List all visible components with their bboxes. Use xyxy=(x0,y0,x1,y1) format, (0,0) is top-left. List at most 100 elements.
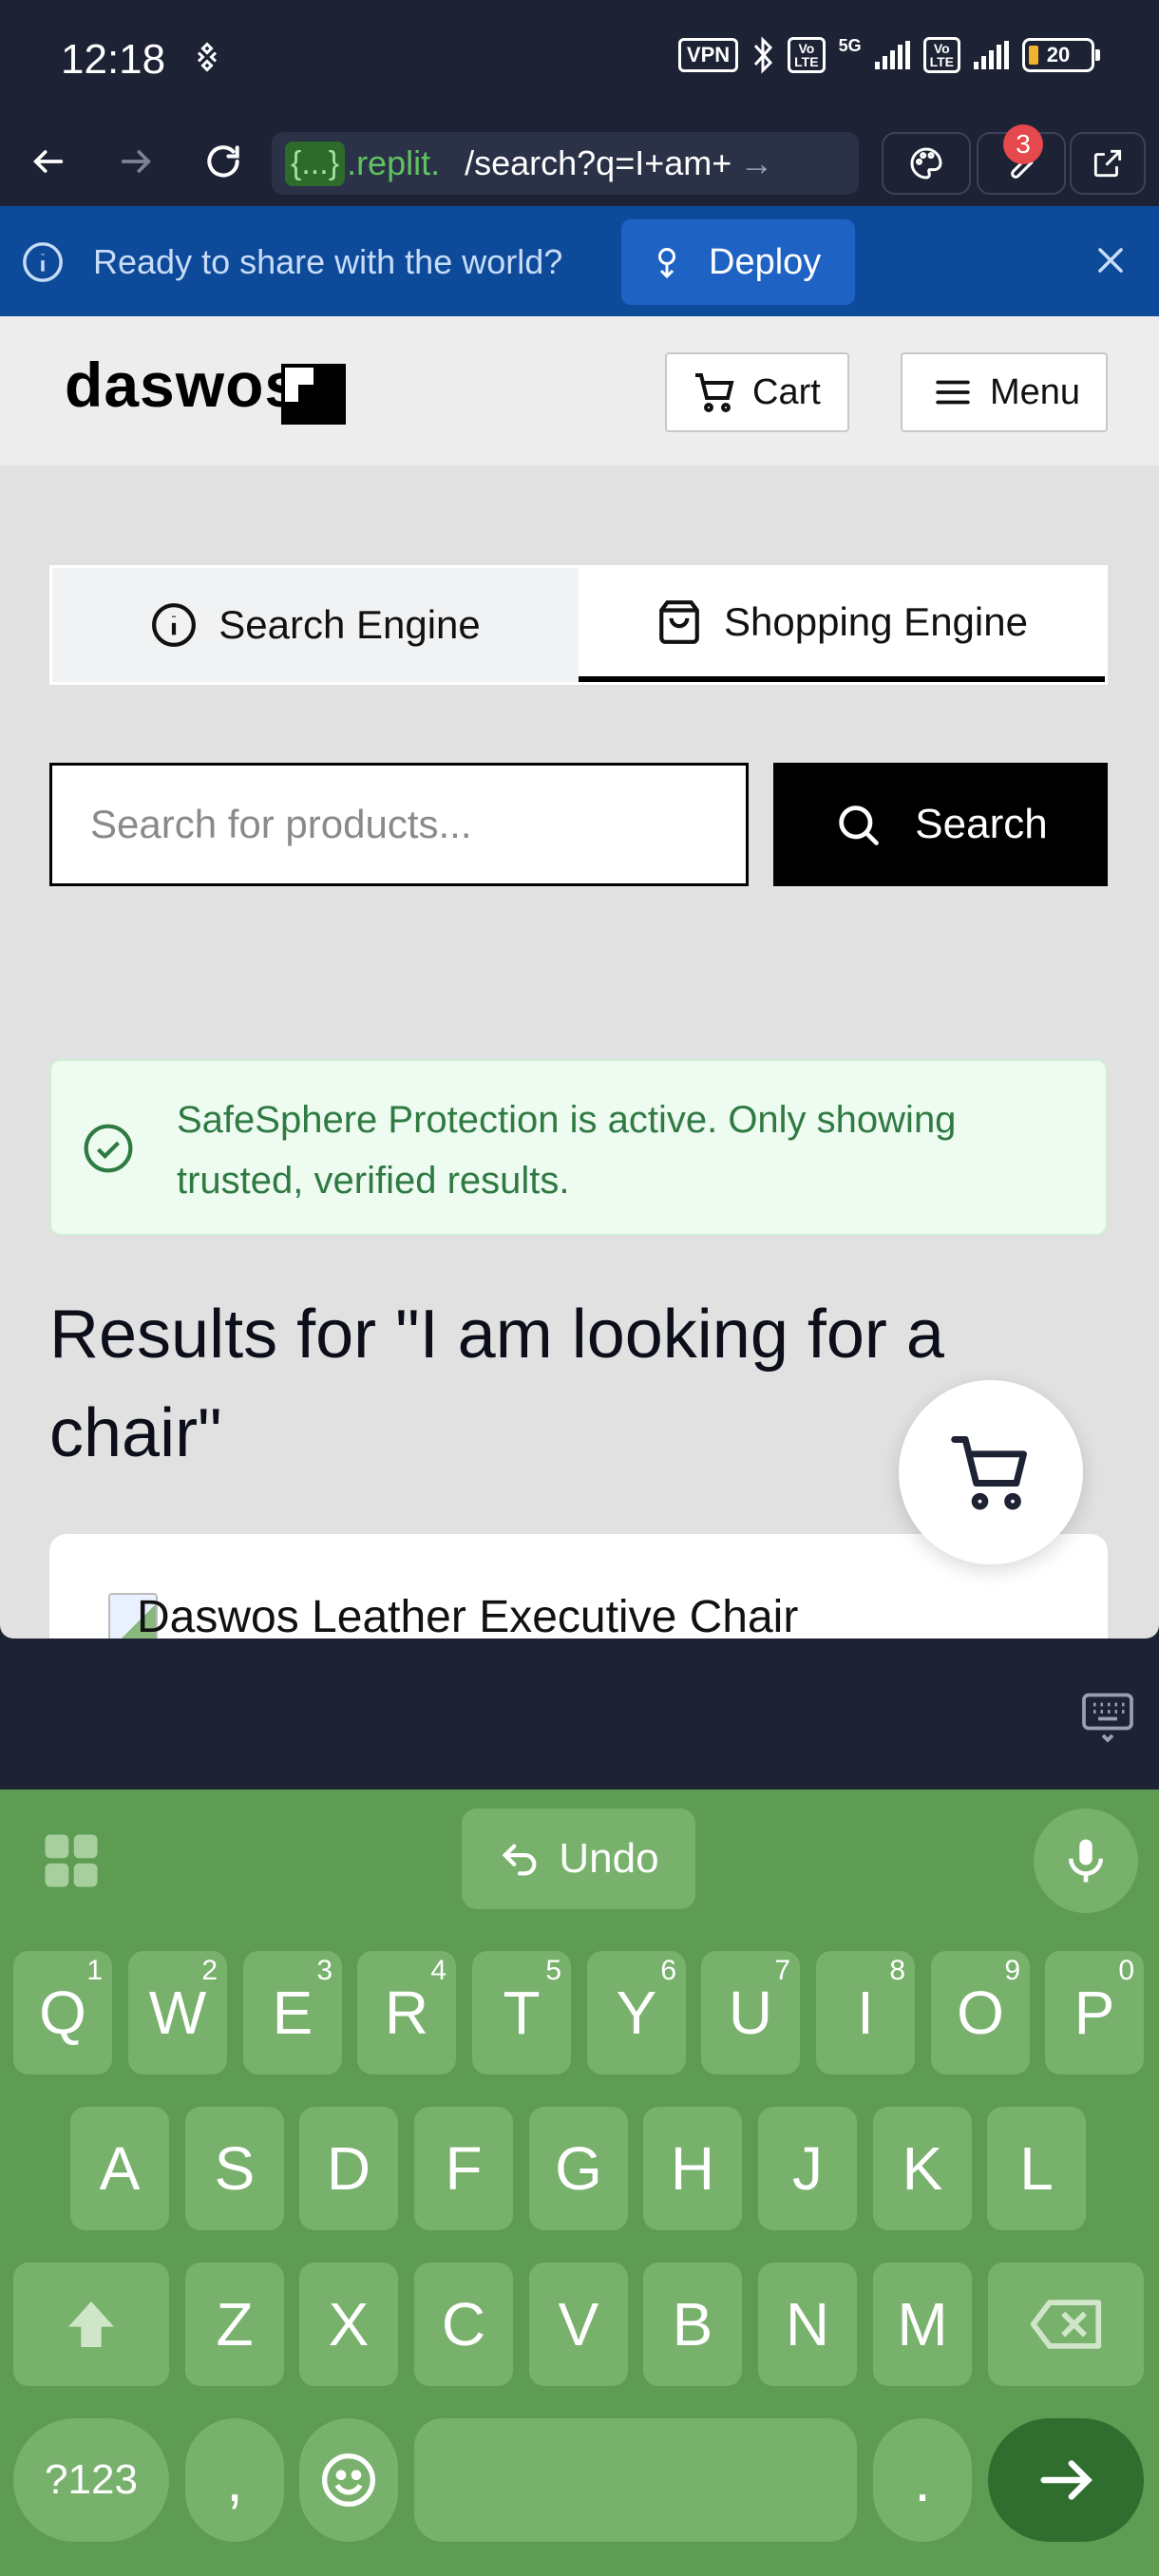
apps-grid-icon[interactable] xyxy=(40,1829,103,1892)
key-r[interactable]: R4 xyxy=(357,1951,456,2074)
signal-icon-2 xyxy=(974,41,1009,69)
deploy-button-label: Deploy xyxy=(709,241,822,282)
key-z[interactable]: Z xyxy=(185,2263,284,2386)
backspace-icon xyxy=(1030,2300,1102,2349)
open-external-button[interactable] xyxy=(1070,132,1146,195)
search-input[interactable] xyxy=(49,763,749,886)
key-c[interactable]: C xyxy=(414,2263,513,2386)
floating-cart-button[interactable] xyxy=(899,1380,1083,1564)
key-p[interactable]: P0 xyxy=(1045,1951,1144,2074)
key-o[interactable]: O9 xyxy=(931,1951,1030,2074)
search-button[interactable]: Search xyxy=(773,763,1108,886)
key-t[interactable]: T5 xyxy=(472,1951,571,2074)
status-icons: VPN Vo LTE 5G Vo LTE 20 xyxy=(677,36,1100,74)
key-v[interactable]: V xyxy=(529,2263,628,2386)
status-bar: 12:18 VPN Vo LTE 5G Vo LTE 20 xyxy=(0,0,1159,119)
backspace-key[interactable] xyxy=(988,2263,1144,2386)
back-button[interactable] xyxy=(17,130,80,193)
menu-button[interactable]: Menu xyxy=(901,352,1108,432)
hamburger-icon xyxy=(936,380,970,405)
info-icon xyxy=(23,242,63,282)
key-j[interactable]: J xyxy=(758,2107,857,2230)
search-icon xyxy=(839,805,880,845)
enter-key[interactable] xyxy=(988,2418,1144,2542)
comma-key[interactable]: , xyxy=(185,2418,284,2542)
key-h[interactable]: H xyxy=(643,2107,742,2230)
url-bar[interactable]: {...} .replit. /search?q=I+am+ → xyxy=(272,132,859,195)
cart-button[interactable]: Cart xyxy=(665,352,849,432)
site-header: daswos Cart Menu xyxy=(0,316,1159,465)
key-a[interactable]: A xyxy=(70,2107,169,2230)
key-e[interactable]: E3 xyxy=(243,1951,342,2074)
network-type: 5G xyxy=(838,36,862,55)
product-image-alt: Daswos Leather Executive Chair xyxy=(137,1592,799,1638)
emoji-icon xyxy=(322,2453,375,2507)
key-y[interactable]: Y6 xyxy=(587,1951,686,2074)
clock: 12:18 xyxy=(61,36,166,83)
emoji-key[interactable] xyxy=(299,2418,398,2542)
signal-icon xyxy=(874,41,910,69)
volte-icon-2: Vo LTE xyxy=(922,37,960,73)
tab-search-engine[interactable]: Search Engine xyxy=(52,568,579,682)
url-host: .replit. xyxy=(347,143,441,182)
key-s[interactable]: S xyxy=(185,2107,284,2230)
reload-button[interactable] xyxy=(192,130,255,193)
arrow-right-icon xyxy=(1040,2460,1092,2500)
shift-key[interactable] xyxy=(13,2263,169,2386)
key-n[interactable]: N xyxy=(758,2263,857,2386)
theme-button[interactable] xyxy=(882,132,971,195)
external-link-icon xyxy=(1093,149,1122,178)
key-g[interactable]: G xyxy=(529,2107,628,2230)
check-circle-icon xyxy=(84,1124,133,1173)
key-f[interactable]: F xyxy=(414,2107,513,2230)
arrow-right-icon xyxy=(121,150,151,173)
key-b[interactable]: B xyxy=(643,2263,742,2386)
url-chip: {...} xyxy=(285,141,346,186)
key-q[interactable]: Q1 xyxy=(13,1951,112,2074)
key-m[interactable]: M xyxy=(873,2263,972,2386)
tab-shopping-engine[interactable]: Shopping Engine xyxy=(579,568,1105,682)
cart-label: Cart xyxy=(752,371,821,412)
tab-label: Shopping Engine xyxy=(724,599,1028,644)
key-w[interactable]: W2 xyxy=(128,1951,227,2074)
symbols-key[interactable]: ?123 xyxy=(13,2418,169,2542)
devtools-button[interactable]: 3 xyxy=(977,124,1066,195)
cart-icon xyxy=(951,1436,1027,1510)
keyboard-hide-icon[interactable] xyxy=(1079,1688,1136,1745)
safesphere-alert: SafeSphere Protection is active. Only sh… xyxy=(49,1059,1108,1236)
close-banner-button[interactable] xyxy=(1083,233,1138,288)
space-key[interactable] xyxy=(414,2418,857,2542)
key-u[interactable]: U7 xyxy=(701,1951,800,2074)
search-button-label: Search xyxy=(915,801,1048,847)
deploy-button[interactable]: Deploy xyxy=(621,219,855,305)
logo-mark-icon xyxy=(281,364,346,425)
close-icon xyxy=(1098,248,1123,273)
undo-icon xyxy=(503,1844,537,1876)
deploy-icon xyxy=(658,248,675,279)
info-circle-icon xyxy=(152,603,197,647)
keyboard-toolbar xyxy=(0,1638,1159,1790)
undo-label: Undo xyxy=(559,1835,659,1882)
forward-button[interactable] xyxy=(104,130,167,193)
key-l[interactable]: L xyxy=(987,2107,1086,2230)
undo-button[interactable]: Undo xyxy=(462,1809,695,1909)
cart-icon xyxy=(695,373,734,412)
engine-tabs: Search Engine Shopping Engine xyxy=(49,565,1108,685)
deploy-message: Ready to share with the world? xyxy=(93,242,563,281)
volte-icon: Vo LTE xyxy=(788,37,826,73)
product-image: Daswos Leather Executive Chair xyxy=(108,1591,798,1638)
key-k[interactable]: K xyxy=(873,2107,972,2230)
key-i[interactable]: I8 xyxy=(816,1951,915,2074)
key-d[interactable]: D xyxy=(299,2107,398,2230)
palette-icon xyxy=(910,147,942,180)
vpn-icon: VPN xyxy=(677,38,739,72)
voice-input-button[interactable] xyxy=(1034,1809,1138,1913)
notification-badge: 3 xyxy=(1003,124,1043,164)
url-path: /search?q=I+am+ xyxy=(465,143,732,182)
period-key[interactable]: . xyxy=(873,2418,972,2542)
key-x[interactable]: X xyxy=(299,2263,398,2386)
battery-icon: 20 xyxy=(1022,38,1100,72)
tab-label: Search Engine xyxy=(218,602,481,647)
site-logo[interactable]: daswos xyxy=(65,349,300,421)
keyboard: Undo Q1 W2 E3 R4 T5 Y6 U7 I8 O9 P0 A S D… xyxy=(0,1790,1159,2576)
